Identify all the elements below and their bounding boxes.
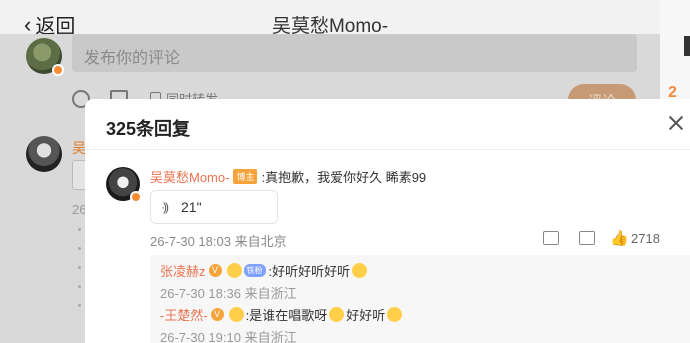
reply-text: :好听好听好听 [268, 264, 351, 279]
reply-dots [78, 228, 82, 323]
scroll-indicator [684, 36, 690, 56]
divider [85, 149, 690, 150]
post-text: :真抱歉，我爱你好久 睎素99 [261, 170, 427, 185]
modal-title: 325条回复 [106, 119, 191, 139]
share-icon[interactable] [543, 231, 559, 245]
emoji-icon [226, 263, 242, 278]
reply-meta: 26-7-30 18:36 来自浙江 [160, 286, 297, 301]
reply-username[interactable]: 张凌赫z [160, 261, 206, 280]
emoji-icon [329, 307, 345, 322]
voice-duration: 21" [181, 199, 202, 215]
verified-icon [130, 191, 142, 203]
list-item: 张凌赫z V 铁粉 :好听好听好听 [160, 261, 369, 280]
comment-input[interactable]: 发布你的评论 [72, 34, 637, 72]
emoji-icon [352, 263, 368, 278]
verified-icon: V [208, 264, 222, 277]
post-line: 吴莫愁Momo- 博主 :真抱歉，我爱你好久 睎素99 [150, 167, 426, 186]
voice-message[interactable]: ·)) 21" [150, 190, 278, 224]
sound-wave-icon: ·)) [161, 200, 169, 214]
avatar[interactable] [106, 167, 142, 203]
like-icon[interactable]: 👍 [610, 229, 629, 247]
post-username[interactable]: 吴莫愁Momo- [150, 167, 229, 186]
avatar[interactable] [26, 38, 64, 76]
reply-list: 张凌赫z V 铁粉 :好听好听好听 26-7-30 18:36 来自浙江 -王楚… [150, 255, 690, 343]
post-meta: 26-7-30 18:03 来自北京 [150, 234, 287, 249]
verified-icon: V [210, 308, 224, 321]
comment-username[interactable]: 吴 [72, 138, 86, 158]
reply-text: 好好听 [346, 308, 386, 323]
reply-meta: 26-7-30 19:10 来自浙江 [160, 330, 297, 343]
comment-icon[interactable] [579, 231, 595, 245]
fan-badge: 铁粉 [243, 264, 266, 277]
emoji-icon [387, 307, 403, 322]
close-icon[interactable] [666, 113, 686, 133]
reply-text: :是谁在唱歌呀 [245, 308, 328, 323]
avatar[interactable] [26, 136, 62, 172]
reply-username[interactable]: -王楚然- [160, 305, 208, 324]
replies-modal: 325条回复 吴莫愁Momo- 博主 :真抱歉，我爱你好久 睎素99 ·)) 2… [85, 99, 690, 343]
list-item: -王楚然- V :是谁在唱歌呀 好好听 [160, 305, 404, 324]
emoji-icon [228, 307, 244, 322]
like-count: 2718 [631, 231, 660, 246]
verified-icon [52, 64, 64, 76]
host-badge: 博主 [233, 169, 258, 184]
